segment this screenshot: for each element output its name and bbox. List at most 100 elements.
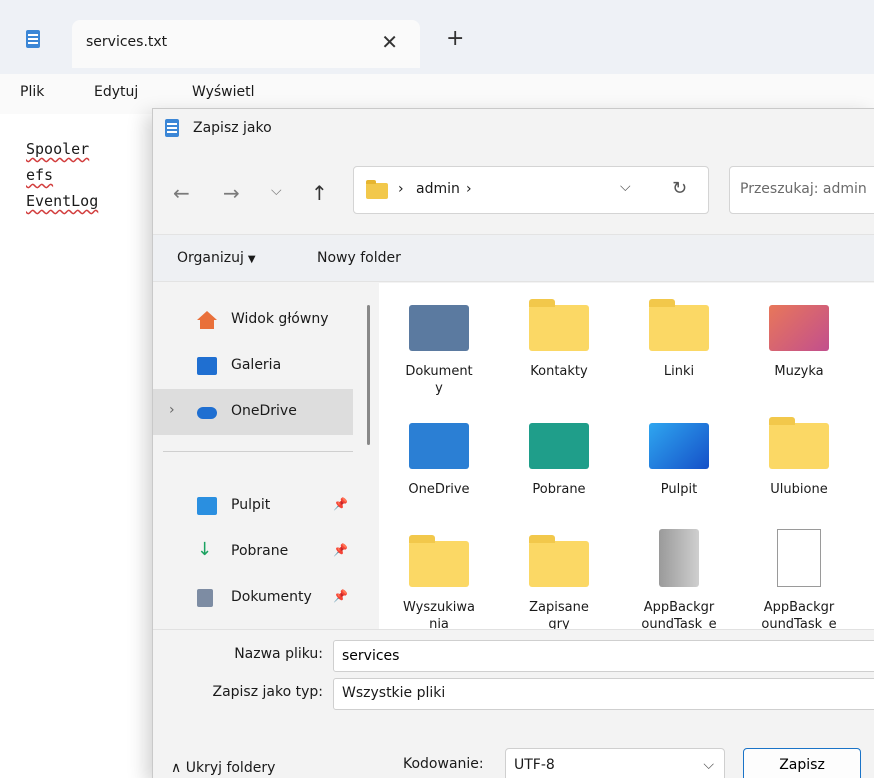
forward-button[interactable]: → bbox=[223, 181, 240, 205]
scrollbar[interactable] bbox=[367, 305, 370, 445]
encoding-value: UTF-8 bbox=[514, 757, 555, 773]
cabinet-icon bbox=[659, 529, 699, 587]
hide-folders-button[interactable]: ∧ Ukryj foldery bbox=[171, 760, 275, 776]
list-item[interactable]: Dokument y bbox=[379, 283, 499, 396]
folder-icon bbox=[409, 535, 469, 587]
list-item[interactable]: Kontakty bbox=[499, 283, 619, 391]
list-item[interactable]: Pulpit bbox=[619, 401, 739, 509]
item-label: Linki bbox=[663, 364, 695, 379]
sidebar-item-label: Widok główny bbox=[231, 311, 329, 327]
dialog-title: Zapisz jako bbox=[193, 120, 272, 136]
item-label: Pobrane bbox=[532, 482, 586, 497]
item-label: Pulpit bbox=[660, 482, 698, 497]
address-bar[interactable]: › admin › ⌵ ↻ bbox=[353, 166, 709, 214]
close-tab-icon[interactable]: ✕ bbox=[381, 30, 398, 54]
chevron-down-icon: ⌵ bbox=[703, 757, 714, 773]
list-item[interactable]: Muzyka bbox=[739, 283, 859, 391]
sidebar-item-downloads[interactable]: ↓ Pobrane 📌 bbox=[153, 529, 353, 575]
search-box[interactable]: Przeszukaj: admin bbox=[729, 166, 874, 214]
onedrive-icon bbox=[197, 407, 217, 419]
desktop-icon bbox=[197, 497, 217, 515]
refresh-icon[interactable]: ↻ bbox=[672, 178, 687, 199]
sidebar-item-desktop[interactable]: Pulpit 📌 bbox=[153, 483, 353, 529]
save-form: Nazwa pliku: Zapisz jako typ: Wszystkie … bbox=[153, 629, 874, 778]
chevron-up-icon: ∧ bbox=[171, 760, 182, 776]
list-item[interactable]: Ulubione bbox=[739, 401, 859, 509]
tab-services[interactable]: services.txt ✕ bbox=[72, 20, 420, 68]
sidebar-item-label: Pobrane bbox=[231, 543, 289, 559]
sidebar-item-onedrive[interactable]: › OneDrive bbox=[153, 389, 353, 435]
folder-icon bbox=[769, 417, 829, 469]
folder-icon bbox=[649, 299, 709, 351]
file-list: Dokument y Kontakty Linki Muzyka OneDriv… bbox=[379, 283, 874, 632]
dialog-titlebar: Zapisz jako bbox=[153, 109, 874, 149]
encoding-select[interactable]: UTF-8 ⌵ bbox=[505, 748, 725, 778]
list-item[interactable]: Linki bbox=[619, 283, 739, 391]
chevron-right-icon[interactable]: › bbox=[169, 402, 175, 418]
command-bar: Organizuj ▼ Nowy folder bbox=[153, 234, 874, 282]
item-label: Wyszukiwa nia bbox=[403, 600, 475, 632]
item-label: Dokument y bbox=[405, 364, 473, 396]
item-label: Muzyka bbox=[774, 364, 824, 379]
filetype-label: Zapisz jako typ: bbox=[212, 684, 323, 700]
list-item[interactable]: AppBackgr oundTask_e bbox=[739, 519, 859, 632]
address-separator: › bbox=[398, 181, 404, 197]
search-placeholder: Przeszukaj: admin bbox=[740, 181, 867, 197]
home-icon bbox=[197, 311, 217, 329]
organize-label: Organizuj bbox=[177, 250, 244, 266]
recent-locations-button[interactable]: ⌵ bbox=[271, 183, 282, 199]
filename-field[interactable] bbox=[333, 640, 874, 672]
sidebar-item-gallery[interactable]: Galeria bbox=[153, 343, 353, 389]
documents-folder-icon bbox=[409, 305, 469, 351]
filename-label: Nazwa pliku: bbox=[234, 646, 323, 662]
address-segment-admin[interactable]: admin bbox=[416, 181, 460, 197]
navigation-pane: Widok główny Galeria › OneDrive Pulpit 📌… bbox=[153, 283, 377, 629]
text-line: EventLog bbox=[26, 192, 99, 210]
filetype-select[interactable]: Wszystkie pliki bbox=[333, 678, 874, 710]
notepad-titlebar: services.txt ✕ + bbox=[0, 0, 874, 74]
sidebar-item-label: OneDrive bbox=[231, 403, 297, 419]
pin-icon[interactable]: 📌 bbox=[333, 589, 348, 603]
item-label: OneDrive bbox=[408, 482, 470, 497]
divider bbox=[163, 451, 353, 452]
organize-button[interactable]: Organizuj ▼ bbox=[177, 250, 256, 266]
notepad-icon bbox=[26, 30, 40, 48]
list-item[interactable]: Wyszukiwa nia bbox=[379, 519, 499, 632]
list-item[interactable]: AppBackgr oundTask_e bbox=[619, 519, 739, 632]
documents-icon bbox=[197, 589, 213, 607]
item-label: Kontakty bbox=[530, 364, 588, 379]
address-dropdown-icon[interactable]: ⌵ bbox=[620, 179, 631, 195]
sidebar-item-documents[interactable]: Dokumenty 📌 bbox=[153, 575, 353, 621]
new-tab-button[interactable]: + bbox=[446, 26, 464, 51]
caret-down-icon: ▼ bbox=[247, 254, 256, 265]
menu-view[interactable]: Wyświetl bbox=[192, 84, 255, 100]
list-item[interactable]: Pobrane bbox=[499, 401, 619, 509]
menu-file[interactable]: Plik bbox=[20, 84, 44, 100]
encoding-label: Kodowanie: bbox=[403, 756, 484, 772]
save-button[interactable]: Zapisz bbox=[743, 748, 861, 778]
up-button[interactable]: ↑ bbox=[311, 181, 328, 205]
file-icon bbox=[777, 529, 821, 587]
folder-icon bbox=[366, 180, 388, 199]
back-button[interactable]: ← bbox=[173, 181, 190, 205]
sidebar-item-home[interactable]: Widok główny bbox=[153, 297, 353, 343]
list-item[interactable]: OneDrive bbox=[379, 401, 499, 509]
downloads-folder-icon bbox=[529, 423, 589, 469]
item-label: Zapisane gry bbox=[529, 600, 589, 632]
folder-icon bbox=[529, 535, 589, 587]
download-icon: ↓ bbox=[197, 539, 213, 560]
sidebar-item-label: Galeria bbox=[231, 357, 282, 373]
item-label: AppBackgr oundTask_e bbox=[641, 600, 717, 632]
desktop-folder-icon bbox=[649, 423, 709, 469]
item-label: Ulubione bbox=[770, 482, 828, 497]
music-folder-icon bbox=[769, 305, 829, 351]
list-item[interactable]: Zapisane gry bbox=[499, 519, 619, 632]
gallery-icon bbox=[197, 357, 217, 375]
sidebar-item-label: Dokumenty bbox=[231, 589, 312, 605]
pin-icon[interactable]: 📌 bbox=[333, 543, 348, 557]
new-folder-button[interactable]: Nowy folder bbox=[317, 250, 401, 266]
menu-edit[interactable]: Edytuj bbox=[94, 84, 138, 100]
item-label: AppBackgr oundTask_e bbox=[761, 600, 837, 632]
text-line: Spooler bbox=[26, 140, 90, 158]
pin-icon[interactable]: 📌 bbox=[333, 497, 348, 511]
